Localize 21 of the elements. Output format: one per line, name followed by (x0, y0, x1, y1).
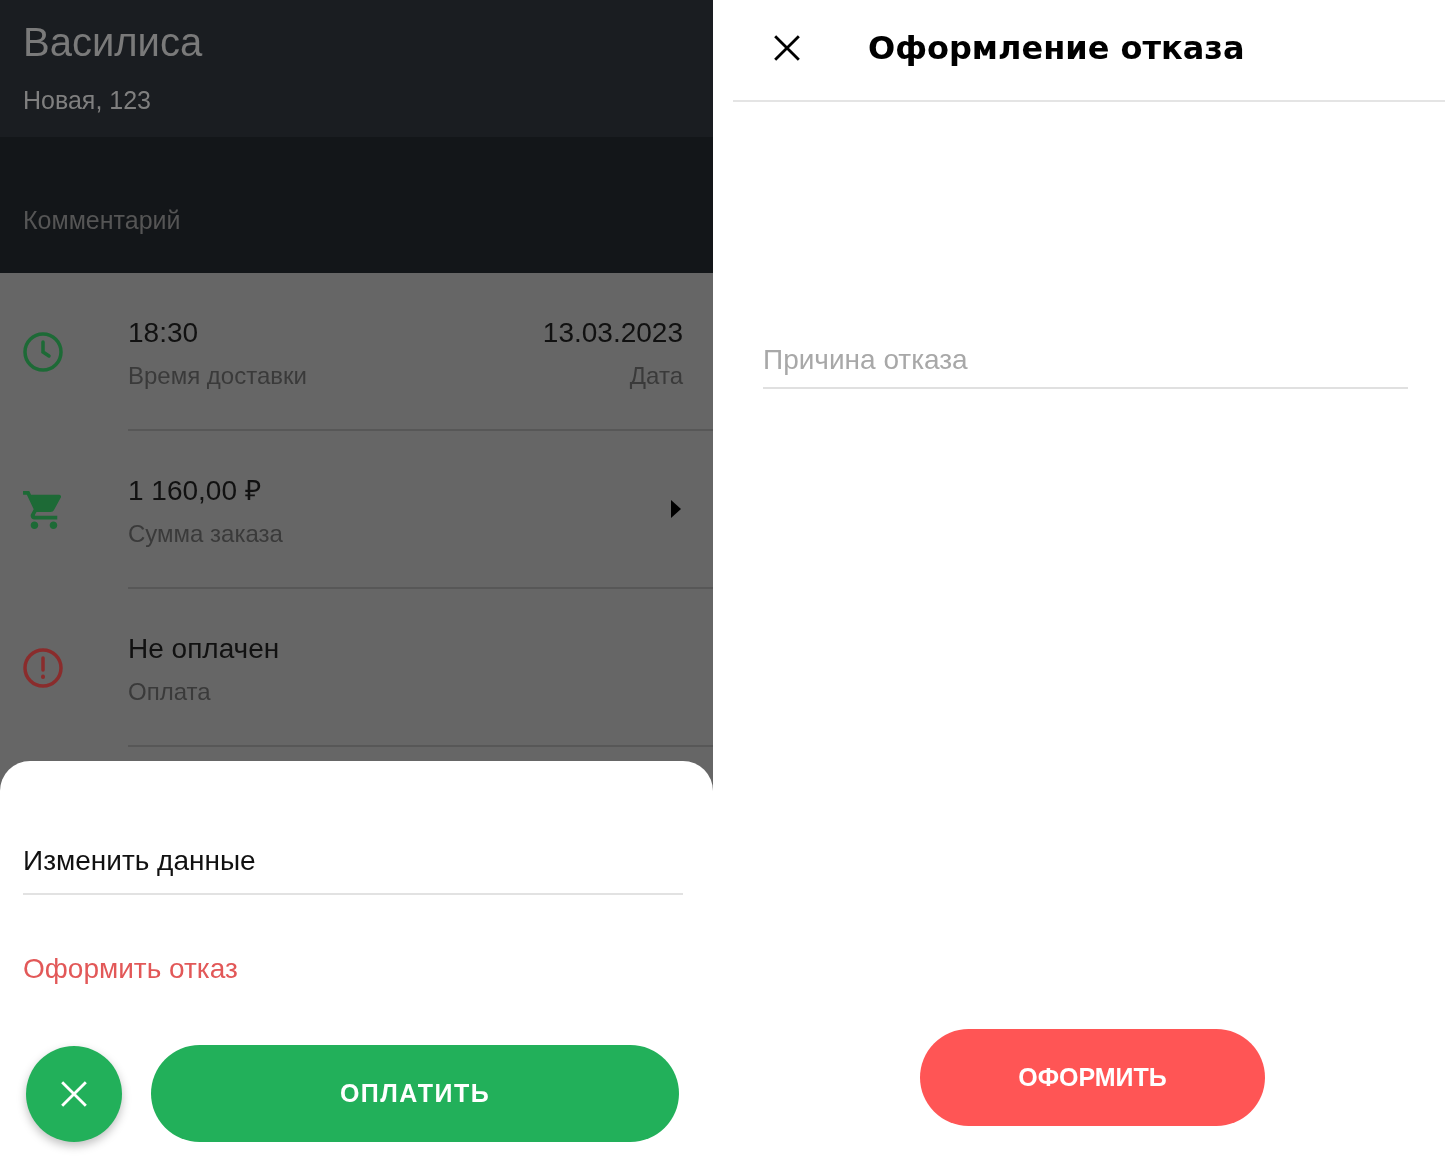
screen-title: Оформление отказа (868, 28, 1245, 69)
row-value: Не оплачен (128, 632, 280, 666)
clock-icon (23, 332, 63, 372)
caret-icon[interactable] (671, 500, 681, 518)
sheet-action[interactable]: Оформить отказ (23, 895, 683, 1005)
reason-field[interactable]: Причина отказа (763, 333, 1408, 389)
close-fab[interactable] (26, 1045, 122, 1142)
row-value: 18:30 (128, 316, 200, 350)
customer-name: Василиса (23, 19, 204, 66)
close-icon (773, 35, 800, 61)
sheet-action[interactable]: Изменить данные (23, 761, 683, 895)
date-value: 13.03.2023 (542, 316, 683, 350)
submit-button[interactable]: ОФОРМИТЬ (920, 1029, 1265, 1126)
close-icon (61, 1080, 87, 1107)
row-value: 1 160,00 ₽ (128, 474, 262, 508)
cart-icon (23, 491, 63, 529)
alert-icon (23, 648, 63, 688)
address: Новая, 123 (23, 85, 152, 116)
close-button[interactable] (773, 34, 800, 62)
pay-button[interactable]: ОПЛАТИТЬ (151, 1045, 679, 1142)
comment-label: Комментарий (23, 206, 181, 234)
